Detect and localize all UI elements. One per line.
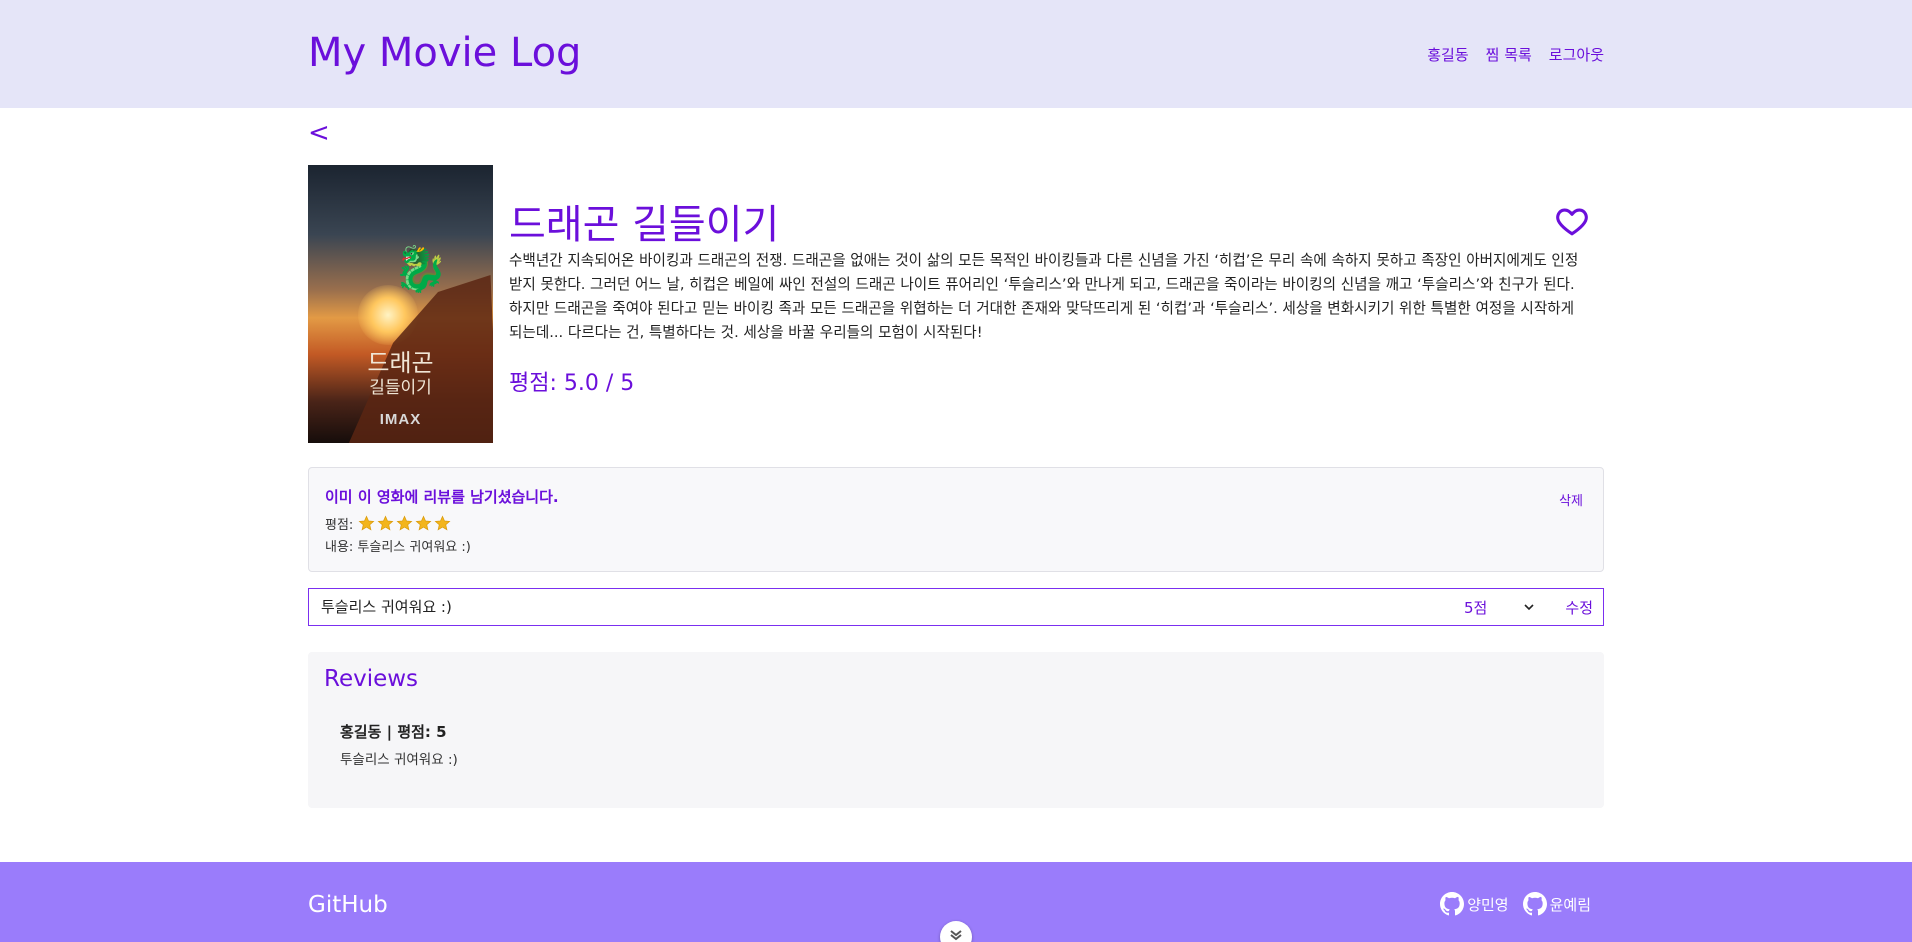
movie-rating: 평점: 5.0 / 5: [509, 371, 635, 396]
review-notice: 이미 이 영화에 리뷰를 남기셨습니다.: [325, 488, 559, 506]
dragon-silhouette-icon: 🐉: [393, 245, 448, 294]
movie-title: 드래곤 길들이기: [509, 202, 780, 248]
delete-button[interactable]: 삭제: [1559, 490, 1583, 509]
nav-wishlist[interactable]: 찜 목록: [1486, 44, 1532, 65]
footer-link-yangminyoung[interactable]: 양민영: [1440, 892, 1509, 916]
star-icon: [415, 515, 432, 531]
site-header: My Movie Log 홍길동 찜 목록 로그아웃: [0, 0, 1912, 108]
footer-link-label: 윤예림: [1549, 895, 1591, 914]
star-rating: [358, 515, 451, 532]
footer-title: GitHub: [308, 892, 388, 918]
reviews-title: Reviews: [324, 666, 419, 692]
review-input[interactable]: [321, 597, 1421, 615]
score-label: 평점:: [325, 518, 354, 533]
poster-badge: IMAX: [379, 411, 422, 428]
github-icon: [1522, 892, 1547, 916]
star-icon: [396, 515, 413, 531]
poster-subtitle: 길들이기: [369, 378, 432, 398]
star-icon: [358, 515, 375, 531]
poster-title: 드래곤: [367, 349, 434, 377]
star-icon: [377, 515, 394, 531]
back-button[interactable]: <: [308, 118, 330, 148]
review-item-body: 투슬리스 귀여워요 :): [340, 752, 458, 768]
reviews-section: Reviews 홍길동 | 평점: 5 투슬리스 귀여워요 :): [308, 652, 1604, 808]
double-chevron-down-icon: [950, 930, 962, 941]
footer-links: 양민영 윤예림: [1440, 892, 1591, 916]
my-review-score: 평점:: [325, 514, 451, 533]
review-item-header: 홍길동 | 평점: 5: [340, 723, 447, 741]
my-review-content: 내용: 투슬리스 귀여워요 :): [325, 540, 471, 555]
my-review-card: 이미 이 영화에 리뷰를 남기셨습니다. 삭제 평점: 내용: 투슬리스 귀여워…: [308, 467, 1604, 572]
nav-user[interactable]: 홍길동: [1427, 44, 1468, 65]
footer-link-label: 양민영: [1467, 895, 1509, 914]
top-nav: 홍길동 찜 목록 로그아웃: [1427, 44, 1604, 65]
nav-logout[interactable]: 로그아웃: [1549, 44, 1604, 65]
edit-submit-button[interactable]: 수정: [1565, 597, 1593, 618]
chevron-down-icon[interactable]: [1523, 601, 1535, 613]
movie-description: 수백년간 지속되어온 바이킹과 드래곤의 전쟁. 드래곤을 없애는 것이 삶의 …: [509, 252, 1579, 341]
movie-poster: 🐉 드래곤 길들이기 IMAX: [308, 165, 493, 443]
site-title[interactable]: My Movie Log: [308, 30, 581, 76]
github-icon: [1440, 892, 1465, 916]
star-icon: [434, 515, 451, 531]
heart-icon[interactable]: [1554, 204, 1590, 238]
review-edit-form: 5점 수정: [308, 588, 1604, 626]
footer-link-yunyerim[interactable]: 윤예림: [1522, 892, 1591, 916]
